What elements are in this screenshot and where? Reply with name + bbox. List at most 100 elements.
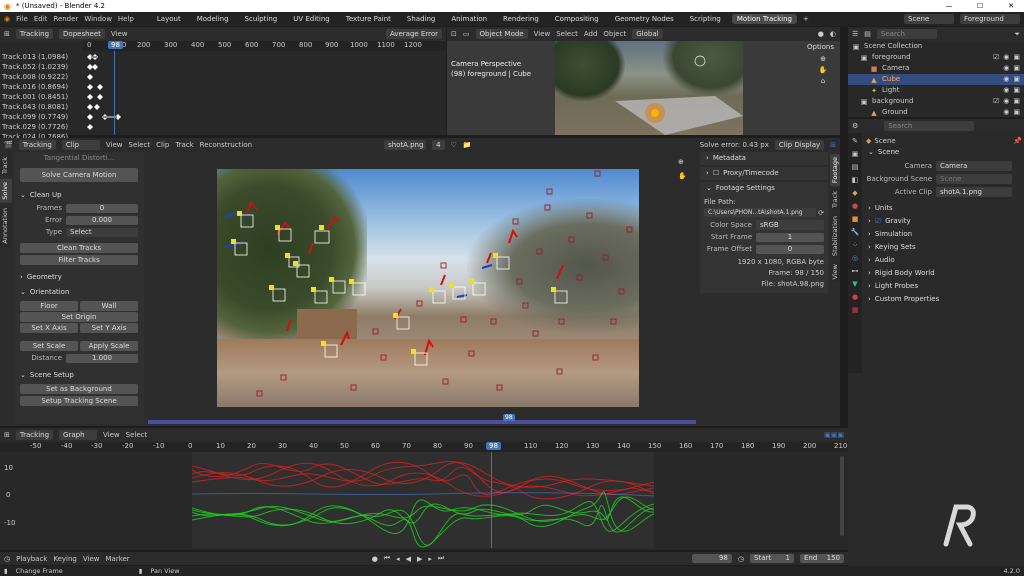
frame-offset-field[interactable]: 0	[756, 244, 824, 254]
play-icon[interactable]: ▶	[417, 555, 422, 563]
vtab-view[interactable]: View	[830, 261, 840, 283]
metadata-panel[interactable]: › Metadata	[700, 152, 828, 165]
world-tab-icon[interactable]: ●	[852, 202, 858, 210]
rigid-body-world-panel[interactable]: › Rigid Body World	[866, 267, 1022, 280]
object-mode-select[interactable]: Object Mode	[475, 29, 528, 39]
dopesheet-editor-select[interactable]: Tracking	[15, 29, 54, 39]
menu-help[interactable]: Help	[118, 15, 134, 23]
set-x-axis-button[interactable]: Set X Axis	[20, 323, 78, 333]
tab-shading[interactable]: Shading	[402, 14, 440, 24]
tab-rendering[interactable]: Rendering	[498, 14, 544, 24]
tab-scripting[interactable]: Scripting	[685, 14, 726, 24]
camera-icon[interactable]: ▣	[1013, 96, 1020, 107]
dopesheet-ruler[interactable]: 0 100 200 300 400 500 600 700 800 900 10…	[82, 41, 446, 51]
gizmo-icon[interactable]: ⊞	[830, 141, 836, 149]
graph-curves[interactable]	[192, 452, 654, 548]
editor-type-icon[interactable]: ⊞	[4, 30, 10, 38]
render-tab-icon[interactable]: ▣	[852, 150, 859, 158]
set-as-background-button[interactable]: Set as Background	[20, 384, 138, 394]
physics-tab-icon[interactable]: ◎	[852, 254, 858, 262]
tab-compositing[interactable]: Compositing	[550, 14, 604, 24]
viewport-menu-add[interactable]: Add	[584, 30, 598, 38]
graph-ruler[interactable]: -50 -40 -30 -20 -10 0 10 20 30 40 50 60 …	[0, 442, 848, 452]
keying-menu[interactable]: Keying	[53, 555, 77, 563]
editor-type-icon[interactable]: 🎬	[4, 141, 13, 149]
vtab-stabilization[interactable]: Stabilization	[830, 213, 840, 260]
set-origin-button[interactable]: Set Origin	[20, 312, 138, 322]
track-row[interactable]: Track.029 (0.7726)	[0, 122, 82, 132]
gravity-panel[interactable]: › ☑ Gravity	[866, 215, 1022, 228]
tab-animation[interactable]: Animation	[446, 14, 492, 24]
output-tab-icon[interactable]: ▤	[852, 163, 859, 171]
shading-material-icon[interactable]: ◐	[830, 30, 836, 38]
tab-modeling[interactable]: Modeling	[192, 14, 234, 24]
zoom-icon[interactable]: ⊕	[678, 158, 687, 166]
menu-file[interactable]: File	[16, 15, 28, 23]
track-row[interactable]: Track.099 (0.7749)	[0, 112, 82, 122]
clip-display-select[interactable]: Clip Display	[774, 140, 825, 150]
close-icon[interactable]: ✕	[998, 2, 1024, 10]
proxy-timecode-panel[interactable]: › ☐ Proxy/Timecode	[700, 167, 828, 180]
clip-menu-reconstruction[interactable]: Reconstruction	[200, 141, 252, 149]
error-field[interactable]: 0.000	[66, 215, 138, 225]
keying-sets-panel[interactable]: › Keying Sets	[866, 241, 1022, 254]
outliner-row[interactable]: ▣ foreground ☑ ◉ ▣	[848, 52, 1024, 63]
vtab-solve[interactable]: Solve	[0, 179, 12, 203]
tab-uv-editing[interactable]: UV Editing	[288, 14, 335, 24]
display-mode-icon[interactable]: ▤	[864, 30, 871, 38]
graph-mode-select[interactable]: Graph	[59, 430, 98, 440]
setup-tracking-scene-button[interactable]: Setup Tracking Scene	[20, 396, 138, 406]
set-scale-button[interactable]: Set Scale	[20, 341, 78, 351]
particles-tab-icon[interactable]: ⁘	[852, 241, 858, 249]
sort-method-select[interactable]: Average Error	[385, 29, 442, 39]
view-layer-tab-icon[interactable]: ◧	[852, 176, 859, 184]
graph-menu-select[interactable]: Select	[126, 431, 148, 439]
camera-field[interactable]: Camera	[936, 160, 1012, 171]
track-row[interactable]: Track.052 (1.0239)	[0, 62, 82, 72]
start-frame-field[interactable]: 1	[756, 232, 824, 242]
clip-mode-select[interactable]: Clip	[61, 140, 100, 150]
editor-type-icon[interactable]: ⊞	[4, 431, 10, 439]
eye-icon[interactable]: ◉	[1003, 85, 1009, 96]
dopesheet-mode-select[interactable]: Dopesheet	[59, 29, 105, 39]
checkbox-icon[interactable]: ☑	[993, 96, 999, 107]
pan-icon[interactable]: ✋	[678, 172, 687, 180]
scene-setup-panel-header[interactable]: ⌄ Scene Setup	[20, 369, 138, 382]
dopesheet-keyframes[interactable]	[82, 52, 142, 135]
pin-icon[interactable]: 📌	[1013, 137, 1022, 145]
simulation-panel[interactable]: › Simulation	[866, 228, 1022, 241]
playback-menu[interactable]: Playback	[16, 555, 47, 563]
file-path-field[interactable]: C:\Users\PHON...tA\shotA.1.png	[704, 208, 817, 217]
track-row[interactable]: Track.008 (0.9222)	[0, 72, 82, 82]
graph-scrollbar[interactable]	[840, 456, 844, 536]
dopesheet-view-menu[interactable]: View	[111, 30, 128, 38]
current-frame-badge[interactable]: 98	[108, 41, 123, 49]
camera-icon[interactable]: ⌂	[821, 77, 825, 85]
outliner-row[interactable]: ■ Camera ◉ ▣	[848, 63, 1024, 74]
light-probes-panel[interactable]: › Light Probes	[866, 280, 1022, 293]
distance-field[interactable]: 1.000	[66, 353, 138, 363]
orientation-select[interactable]: Global	[632, 29, 663, 39]
current-frame-badge[interactable]: 98	[486, 442, 501, 450]
tool-tab-icon[interactable]: ✎	[852, 137, 858, 145]
editor-type-icon[interactable]: ◷	[4, 555, 10, 563]
scene-panel-header[interactable]: ⌄ Scene	[866, 146, 1022, 159]
camera-icon[interactable]: ▣	[1013, 85, 1020, 96]
select-box-icon[interactable]: ▭	[463, 30, 470, 38]
wall-button[interactable]: Wall	[80, 301, 138, 311]
editor-type-icon[interactable]: ☰	[852, 30, 858, 38]
start-frame-field[interactable]: Start 1	[750, 554, 794, 563]
footage-settings-panel[interactable]: ⌄ Footage Settings	[700, 182, 828, 195]
eye-icon[interactable]: ◉	[1003, 63, 1009, 74]
menu-edit[interactable]: Edit	[34, 15, 48, 23]
checkbox-icon[interactable]: ☐	[713, 167, 719, 180]
tracking-markers[interactable]	[217, 169, 639, 407]
track-row[interactable]: Track.001 (0.8451)	[0, 92, 82, 102]
eye-icon[interactable]: ◉	[1003, 107, 1009, 118]
active-clip-field[interactable]: shotA.1.png	[936, 186, 1012, 197]
vtab-track-side[interactable]: Track	[830, 188, 840, 212]
scene-tab-icon[interactable]: ◆	[852, 189, 857, 197]
tab-texture-paint[interactable]: Texture Paint	[341, 14, 396, 24]
background-scene-field[interactable]: Scene	[936, 173, 1012, 184]
eye-icon[interactable]: ◉	[1003, 74, 1009, 85]
